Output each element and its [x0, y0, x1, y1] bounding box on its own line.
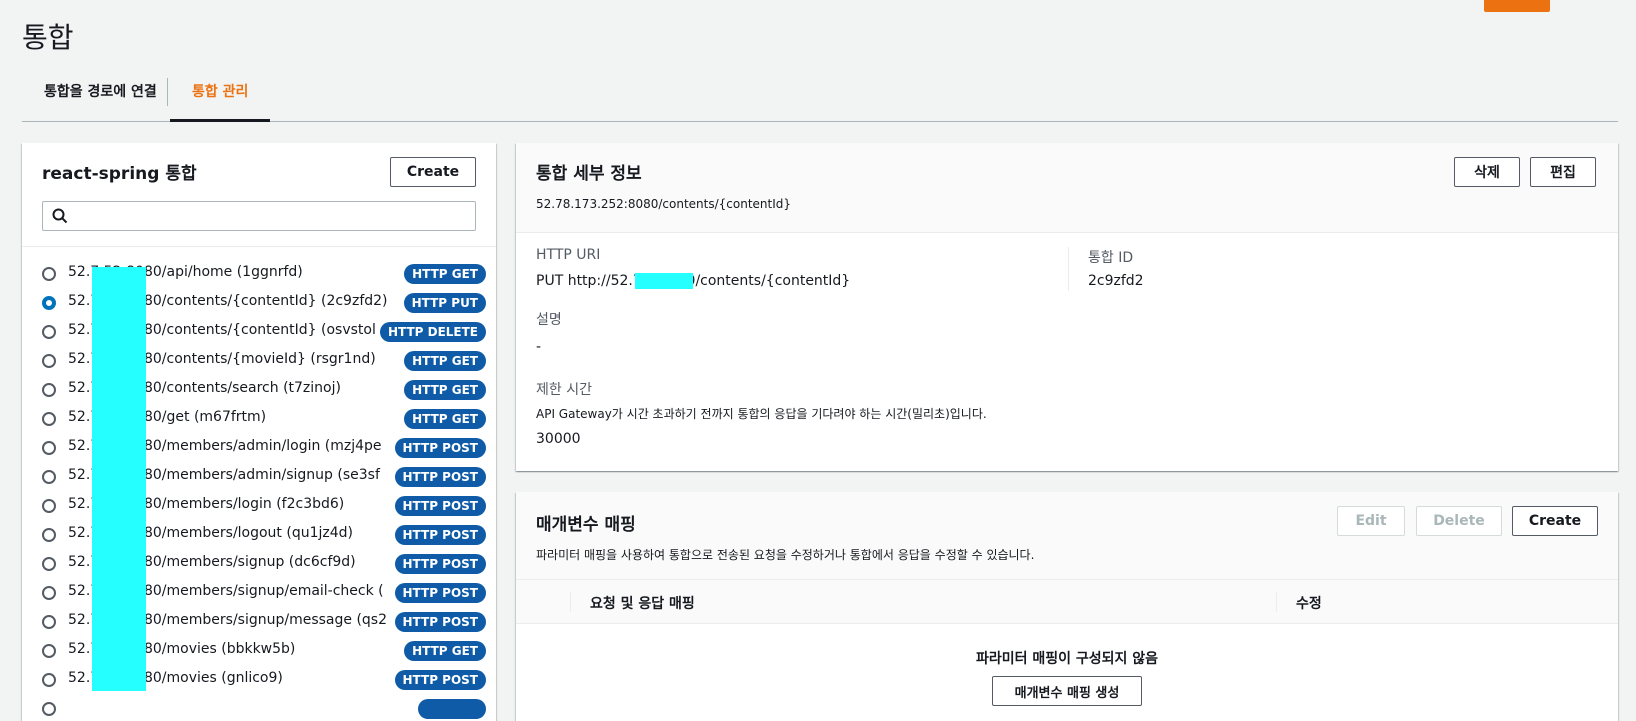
integration-details-route: 52.78.173.252:8080/contents/{contentId} — [536, 197, 792, 211]
timeout-label: 제한 시간 — [536, 382, 592, 398]
column-header-mapping: 요청 및 응답 매핑 — [590, 596, 695, 612]
parameter-mapping-description: 파라미터 매핑을 사용하여 통합으로 전송된 요청을 수정하거나 통합에서 응답… — [536, 548, 1035, 562]
method-badge: HTTP GET — [404, 641, 486, 661]
create-integration-button[interactable]: Create — [390, 157, 476, 187]
empty-state-text: 파라미터 매핑이 구성되지 않음 — [975, 651, 1159, 667]
redaction-block — [635, 273, 693, 289]
tab-divider — [167, 78, 168, 106]
search-box — [42, 201, 476, 231]
method-badge: HTTP POST — [394, 612, 486, 632]
description-value: - — [536, 339, 542, 355]
integration-details-panel: 통합 세부 정보 52.78.173.252:8080/contents/{co… — [516, 143, 1618, 471]
route-radio[interactable] — [42, 615, 56, 629]
tab-manage-integrations[interactable]: 통합 관리 — [170, 72, 271, 122]
method-badge: HTTP POST — [394, 496, 486, 516]
search-icon — [52, 208, 68, 224]
route-radio[interactable] — [42, 412, 56, 426]
route-radio-selected[interactable] — [42, 296, 56, 310]
method-badge: HTTP POST — [394, 438, 486, 458]
parameter-mapping-header: 매개변수 매핑 파라미터 매핑을 사용하여 통합으로 전송된 요청을 수정하거나… — [516, 492, 1618, 580]
description-label: 설명 — [536, 312, 562, 328]
integration-id-label: 통합 ID — [1088, 250, 1134, 266]
primary-action-button-edge[interactable] — [1484, 0, 1550, 12]
method-badge: HTTP PUT — [403, 293, 486, 313]
mapping-edit-button[interactable]: Edit — [1337, 506, 1405, 536]
mapping-create-button[interactable]: Create — [1512, 506, 1598, 536]
http-uri-value: PUT http://52.7 2:8080/contents/{content… — [536, 273, 851, 289]
method-badge — [418, 699, 486, 719]
method-badge: HTTP GET — [404, 351, 486, 371]
method-badge: HTTP POST — [394, 583, 486, 603]
timeout-value: 30000 — [536, 431, 581, 447]
redaction-block — [92, 267, 146, 691]
method-badge: HTTP POST — [394, 525, 486, 545]
route-radio[interactable] — [42, 383, 56, 397]
method-badge: HTTP POST — [394, 467, 486, 487]
integrations-list-title: react-spring 통합 — [42, 164, 197, 184]
integration-details-title: 통합 세부 정보 — [536, 164, 642, 184]
route-radio[interactable] — [42, 528, 56, 542]
tab-attach-integrations[interactable]: 통합을 경로에 연결 — [22, 72, 179, 122]
method-badge: HTTP GET — [404, 409, 486, 429]
mapping-table-header: 요청 및 응답 매핑 수정 — [516, 580, 1618, 624]
integration-details-header: 통합 세부 정보 52.78.173.252:8080/contents/{co… — [516, 143, 1618, 233]
route-radio[interactable] — [42, 441, 56, 455]
page-title: 통합 — [22, 21, 74, 54]
integrations-list-header: react-spring 통합 Create — [22, 143, 496, 247]
method-badge: HTTP DELETE — [379, 322, 486, 342]
route-radio[interactable] — [42, 557, 56, 571]
column-header-modify: 수정 — [1296, 596, 1322, 612]
integration-id-value: 2c9zfd2 — [1088, 273, 1144, 289]
edit-button[interactable]: 편집 — [1530, 157, 1596, 187]
tab-bar: 통합을 경로에 연결 통합 관리 — [22, 72, 1618, 122]
route-radio[interactable] — [42, 470, 56, 484]
create-parameter-mapping-button[interactable]: 매개변수 매핑 생성 — [992, 676, 1142, 706]
delete-button[interactable]: 삭제 — [1454, 157, 1520, 187]
column-divider — [570, 592, 571, 612]
method-badge: HTTP GET — [404, 380, 486, 400]
route-radio[interactable] — [42, 325, 56, 339]
method-badge: HTTP POST — [394, 554, 486, 574]
timeout-description: API Gateway가 시간 초과하기 전까지 통합의 응답을 기다려야 하는… — [536, 407, 987, 421]
route-radio[interactable] — [42, 644, 56, 658]
http-uri-label: HTTP URI — [536, 247, 601, 263]
parameter-mapping-title: 매개변수 매핑 — [536, 515, 636, 535]
column-divider — [1068, 247, 1069, 291]
parameter-mapping-panel: 매개변수 매핑 파라미터 매핑을 사용하여 통합으로 전송된 요청을 수정하거나… — [516, 492, 1618, 721]
method-badge: HTTP GET — [404, 264, 486, 284]
column-divider — [1276, 592, 1277, 612]
route-item[interactable] — [22, 694, 496, 721]
search-input[interactable] — [75, 206, 471, 226]
route-radio[interactable] — [42, 354, 56, 368]
route-radio[interactable] — [42, 586, 56, 600]
route-radio[interactable] — [42, 499, 56, 513]
route-radio[interactable] — [42, 673, 56, 687]
route-radio[interactable] — [42, 267, 56, 281]
route-radio[interactable] — [42, 702, 56, 716]
mapping-delete-button[interactable]: Delete — [1416, 506, 1502, 536]
method-badge: HTTP POST — [394, 670, 486, 690]
